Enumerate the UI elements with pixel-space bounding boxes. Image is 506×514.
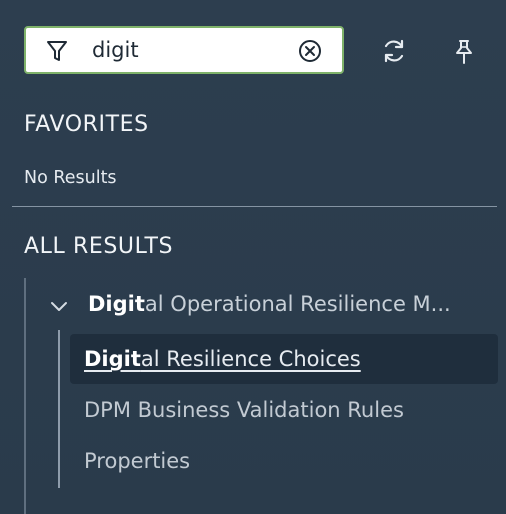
tree-item-label: DPM Business Validation Rules — [84, 398, 404, 422]
item-label-rest: al Resilience Choices — [140, 347, 361, 371]
group-label-rest: al Operational Resilience M... — [144, 292, 451, 316]
chevron-down-icon[interactable] — [50, 300, 68, 314]
pin-icon[interactable] — [452, 38, 476, 66]
tree-item-dpm-business-validation-rules[interactable]: DPM Business Validation Rules — [70, 385, 498, 435]
section-divider — [12, 206, 497, 207]
search-input[interactable] — [92, 35, 282, 65]
search-box[interactable] — [24, 26, 344, 74]
tree-group-digital-operational-resilience[interactable]: Digital Operational Resilience M... — [88, 292, 478, 316]
all-results-heading: ALL RESULTS — [24, 234, 174, 259]
refresh-icon[interactable] — [381, 38, 407, 64]
item-label-match: Digit — [84, 347, 141, 371]
filter-icon — [47, 41, 67, 61]
tree-item-properties[interactable]: Properties — [70, 436, 498, 486]
tree-item-label: Digital Resilience Choices — [84, 347, 361, 371]
clear-search-icon[interactable] — [298, 39, 322, 63]
tree-item-label: Properties — [84, 449, 191, 473]
tree-guide-line-child — [58, 330, 60, 488]
search-results-panel: FAVORITES No Results ALL RESULTS Digital… — [0, 0, 506, 514]
favorites-empty-text: No Results — [24, 168, 117, 188]
tree-item-digital-resilience-choices[interactable]: Digital Resilience Choices — [70, 334, 498, 384]
tree-guide-line — [24, 278, 26, 514]
favorites-heading: FAVORITES — [24, 112, 149, 137]
group-label-match: Digit — [88, 292, 145, 316]
